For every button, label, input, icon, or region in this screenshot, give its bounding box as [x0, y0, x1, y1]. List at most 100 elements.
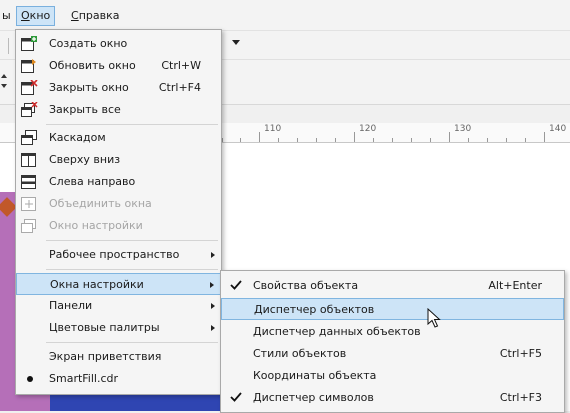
menu-item-label: Экран приветствия [49, 350, 162, 363]
menu-item-label: Цветовые палитры [49, 321, 160, 334]
menu-separator [46, 124, 218, 125]
menu-item-shortcut: Ctrl+F4 [158, 81, 201, 94]
refresh-window-icon [21, 59, 36, 73]
submenu-item-symbol-manager[interactable]: Диспетчер символов Ctrl+F3 [221, 387, 564, 409]
active-document-bullet-icon [27, 376, 33, 382]
ruler-tick [259, 132, 260, 142]
submenu-item-shortcut: Alt+Enter [488, 279, 542, 292]
menubar-item-help[interactable]: Справка [67, 7, 123, 25]
close-window-icon [21, 80, 38, 95]
checkmark-icon [230, 392, 242, 402]
submenu-item-label: Свойства объекта [253, 279, 359, 292]
submenu-item-object-styles[interactable]: Стили объектов Ctrl+F5 [221, 343, 564, 365]
menu-separator [46, 269, 218, 270]
ruler-tick [430, 138, 431, 142]
ruler-label: 120 [359, 124, 377, 134]
help-menu-accel: С [71, 9, 79, 22]
menu-item-dockers[interactable]: Окна настройки [16, 273, 221, 295]
toolbar-separator [8, 38, 9, 54]
menu-item-label: Каскадом [49, 131, 106, 144]
spin-down-icon[interactable] [1, 84, 7, 88]
submenu-item-shortcut: Ctrl+F3 [499, 391, 542, 404]
menu-item-color-palettes[interactable]: Цветовые палитры [16, 317, 221, 339]
submenu-arrow-icon [211, 252, 215, 258]
toolbar-dropdown-arrow-icon[interactable] [232, 40, 240, 45]
mouse-cursor-icon [427, 308, 441, 328]
submenu-item-object-data-manager[interactable]: Диспетчер данных объектов [221, 321, 564, 343]
menubar-item-partial[interactable]: ы [0, 7, 15, 25]
submenu-item-object-properties[interactable]: Свойства объекта Alt+Enter [221, 275, 564, 297]
menu-item-tile-horizontal[interactable]: Слева направо [16, 171, 221, 193]
window-menu-dropdown: Создать окно Обновить окно Ctrl+W Закрыт… [15, 29, 222, 395]
submenu-arrow-icon [210, 282, 214, 288]
ruler-tick [544, 132, 545, 142]
cascade-icon [21, 130, 37, 145]
ruler-tick [297, 138, 298, 142]
menu-item-label: Закрыть все [49, 103, 121, 116]
submenu-item-shortcut: Ctrl+F5 [499, 347, 542, 360]
menu-item-label: Объединить окна [49, 197, 152, 210]
submenu-item-label: Диспетчер символов [253, 391, 374, 404]
menu-item-docker-window[interactable]: Окно настройки [16, 215, 221, 237]
menu-item-close-all[interactable]: Закрыть все [16, 99, 221, 121]
ruler-tick [392, 138, 393, 142]
menubar-partial-label: ы [2, 9, 11, 22]
submenu-arrow-icon [211, 303, 215, 309]
menu-item-close-window[interactable]: Закрыть окно Ctrl+F4 [16, 77, 221, 99]
checkmark-icon [230, 280, 242, 290]
tile-vertical-icon [21, 153, 36, 167]
submenu-arrow-icon [211, 325, 215, 331]
submenu-item-object-manager[interactable]: Диспетчер объектов [221, 298, 564, 320]
tile-horizontal-icon [21, 175, 36, 189]
menu-separator [46, 240, 218, 241]
menu-item-tile-vertical[interactable]: Сверху вниз [16, 149, 221, 171]
ruler-tick [354, 132, 355, 142]
menu-item-new-window[interactable]: Создать окно [16, 33, 221, 55]
menu-item-label: Слева направо [49, 175, 136, 188]
menu-item-cascade[interactable]: Каскадом [16, 127, 221, 149]
submenu-item-label: Диспетчер объектов [254, 303, 375, 316]
menubar-item-window[interactable]: Окно [16, 6, 56, 26]
menu-item-welcome-screen[interactable]: Экран приветствия [16, 346, 221, 368]
submenu-item-label: Стили объектов [253, 347, 347, 360]
ruler-tick [373, 138, 374, 142]
menu-separator [46, 342, 218, 343]
submenu-item-object-coordinates[interactable]: Координаты объекта [221, 365, 564, 387]
ruler-tick [411, 138, 412, 142]
ruler-label: 140 [549, 124, 567, 134]
ruler-tick [525, 138, 526, 142]
ruler-label: 130 [454, 124, 472, 134]
ruler-tick [240, 138, 241, 142]
ruler-tick [468, 138, 469, 142]
menu-item-label: Панели [49, 299, 93, 312]
ruler-tick [335, 138, 336, 142]
close-all-icon [21, 102, 38, 117]
ruler-tick [487, 138, 488, 142]
menu-item-label: Обновить окно [49, 59, 136, 72]
menu-item-label: Окно настройки [49, 219, 143, 232]
window-menu-label: кно [29, 9, 51, 22]
submenu-item-label: Координаты объекта [253, 369, 377, 382]
menu-item-shortcut: Ctrl+W [161, 59, 201, 72]
menu-item-combine-windows[interactable]: Объединить окна [16, 193, 221, 215]
docker-window-icon [21, 219, 36, 233]
ruler-tick [449, 132, 450, 142]
ruler-tick [506, 138, 507, 142]
menu-item-label: Сверху вниз [49, 153, 121, 166]
menu-item-refresh-window[interactable]: Обновить окно Ctrl+W [16, 55, 221, 77]
ruler-label: 110 [264, 124, 282, 134]
menu-item-open-document[interactable]: SmartFill.cdr [16, 368, 221, 390]
help-menu-label: правка [78, 9, 120, 22]
spin-up-icon[interactable] [1, 74, 7, 78]
ruler-tick [316, 138, 317, 142]
menu-item-label: Окна настройки [50, 278, 144, 291]
menubar: ы Окно Справка [0, 0, 570, 31]
dockers-submenu: Свойства объекта Alt+Enter Диспетчер объ… [220, 270, 565, 413]
window-menu-accel: О [21, 9, 30, 22]
new-window-icon [21, 36, 37, 51]
menu-item-label: SmartFill.cdr [49, 372, 119, 385]
menu-item-toolbars[interactable]: Панели [16, 295, 221, 317]
menu-item-workspace[interactable]: Рабочее пространство [16, 244, 221, 266]
ruler-tick [278, 138, 279, 142]
menu-item-label: Создать окно [49, 37, 128, 50]
